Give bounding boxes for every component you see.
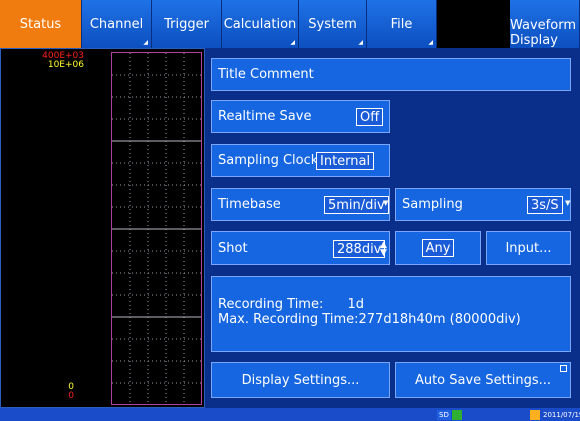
timebase-row[interactable]: Timebase 5min/div ▼ [211, 188, 390, 221]
recording-time-info: Recording Time: 1d Max. Recording Time:2… [211, 276, 571, 352]
title-comment-label: Title Comment [218, 67, 314, 82]
dropdown-arrow-icon: ◢ [358, 39, 363, 46]
timebase-value[interactable]: 5min/div [324, 196, 389, 214]
dropdown-arrow-icon: ▼ [383, 199, 389, 207]
dropdown-arrow-icon: ◢ [290, 39, 295, 46]
tab-label: Channel [89, 16, 144, 32]
display-settings-label: Display Settings... [241, 372, 360, 388]
any-button[interactable]: Any [395, 231, 481, 265]
status-bar [0, 408, 580, 421]
display-settings-button[interactable]: Display Settings... [211, 362, 390, 398]
scale-top-2: 10E+06 [47, 60, 84, 70]
realtime-save-row[interactable]: Realtime Save Off [211, 100, 390, 133]
recording-time-line: Recording Time: 1d [218, 297, 521, 312]
auto-save-settings-label: Auto Save Settings... [414, 372, 552, 388]
realtime-save-label: Realtime Save [218, 109, 312, 124]
tab-empty [437, 0, 510, 48]
sampling-clock-row[interactable]: Sampling Clock Internal [211, 144, 390, 177]
shot-label: Shot [218, 240, 248, 256]
waveform-grid [111, 52, 202, 405]
dropdown-arrow-icon: ◢ [143, 39, 148, 46]
auto-save-settings-button[interactable]: Auto Save Settings... [395, 362, 571, 398]
dropdown-arrow-icon: ▼ [565, 199, 571, 207]
timebase-label: Timebase [218, 197, 281, 212]
max-recording-label: Max. Recording Time: [218, 312, 359, 327]
power-icon [530, 410, 540, 420]
sampling-clock-label: Sampling Clock [218, 153, 319, 168]
tab-label-line2: Display [510, 33, 558, 48]
sampling-clock-value[interactable]: Internal [316, 152, 375, 170]
recording-time-label: Recording Time: [218, 297, 324, 312]
tab-file[interactable]: File ◢ [367, 0, 437, 48]
timebase-value-text: 5min/div [328, 198, 385, 213]
tab-status[interactable]: Status [0, 0, 82, 48]
tab-label: File [390, 16, 413, 32]
input-button[interactable]: Input... [486, 231, 571, 265]
any-value: Any [421, 239, 455, 257]
tab-system[interactable]: System ◢ [299, 0, 367, 48]
checkbox-icon[interactable] [560, 365, 567, 372]
recording-time-value: 1d [347, 297, 365, 312]
tab-trigger[interactable]: Trigger [152, 0, 222, 48]
tab-label: Status [19, 16, 62, 32]
scale-bottom-labels: 0 0 [4, 383, 74, 401]
tab-waveform-display[interactable]: Waveform Display [510, 0, 580, 48]
max-recording-line: Max. Recording Time:277d18h40m (80000div… [218, 312, 521, 327]
dropdown-arrow-icon: ◢ [428, 39, 433, 46]
tab-label: System [308, 16, 357, 32]
grid-graphic [112, 53, 201, 404]
tab-label: Trigger [164, 16, 209, 32]
sd-card-indicator: SD [437, 410, 451, 420]
input-label: Input... [505, 240, 552, 256]
scale-bot-2: 0 [68, 391, 74, 401]
sampling-value[interactable]: 3s/S [527, 196, 563, 214]
tab-calculation[interactable]: Calculation ◢ [222, 0, 299, 48]
spinner-arrows-icon[interactable]: ▲ ▼ [380, 241, 387, 258]
shot-value[interactable]: 288div [333, 240, 386, 258]
sampling-label: Sampling [402, 197, 463, 212]
sampling-value-text: 3s/S [531, 198, 559, 213]
date-display: 2011/07/19 [543, 411, 580, 419]
sd-status-icon [452, 410, 462, 420]
tab-channel[interactable]: Channel ◢ [82, 0, 152, 48]
shot-row[interactable]: Shot 288div ▲ ▼ [211, 231, 390, 265]
scale-top-labels: 400E+03 10E+06 [4, 52, 84, 70]
scale-bot-1: 0 [68, 382, 74, 392]
tab-bar: Status Channel ◢ Trigger Calculation ◢ S… [0, 0, 580, 48]
tab-label-line1: Waveform [510, 18, 576, 33]
tab-label: Calculation [223, 16, 297, 32]
realtime-save-value[interactable]: Off [356, 108, 384, 126]
sampling-row[interactable]: Sampling 3s/S ▼ [395, 188, 571, 221]
title-comment-button[interactable]: Title Comment [211, 58, 571, 91]
max-recording-value: 277d18h40m (80000div) [358, 312, 521, 327]
